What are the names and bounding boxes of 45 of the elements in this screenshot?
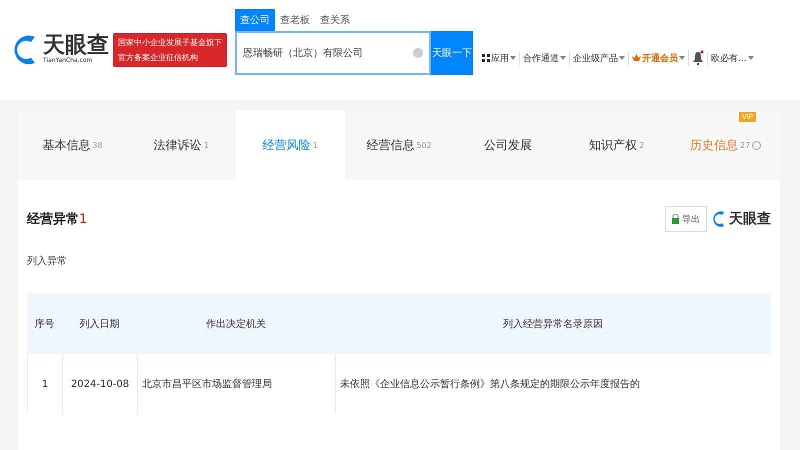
brand-text: 天眼查 (729, 210, 771, 228)
bell-icon (692, 50, 704, 66)
tab[interactable]: 经营风险 1 (236, 110, 345, 180)
caret-icon (510, 56, 516, 60)
column-header: 作出决定机关 (137, 293, 335, 354)
search-field[interactable]: 恩瑞畅研（北京）有限公司 (235, 31, 431, 75)
tab[interactable]: 基本信息 38 (18, 110, 127, 180)
nav-menu[interactable]: 欧必有... (707, 52, 757, 64)
table-cell: 北京市昌平区市场监督管理局 (137, 354, 335, 414)
apps-menu[interactable]: 应用 (479, 52, 519, 64)
tab[interactable]: 经营信息 502 (344, 110, 454, 180)
tab[interactable]: 法律诉讼 1 (126, 110, 236, 180)
nav-menu[interactable]: 合作通道 (519, 52, 569, 64)
logo-icon (713, 210, 727, 228)
column-header: 列入经营异常名录原因 (335, 293, 771, 354)
search-tab[interactable]: 查老板 (275, 9, 315, 31)
tab-count: 1 (204, 140, 209, 150)
lock-icon (672, 214, 679, 224)
search-tab[interactable]: 查公司 (235, 9, 275, 31)
tab[interactable]: 知识产权 2 (562, 110, 672, 180)
section-title: 经营异常 1 (27, 211, 88, 228)
column-header: 序号 (27, 293, 62, 354)
table-cell: 1 (27, 354, 62, 414)
logo-text: 天眼查 (43, 35, 109, 58)
subsection-title: 列入异常 (27, 254, 68, 268)
tab-count: 502 (416, 140, 432, 150)
promo-banner: 国家中小企业发展子基金旗下 官方备案企业征信机构 (113, 33, 227, 67)
grid-icon (482, 54, 490, 62)
table-cell: 未依照《企业信息公示暂行条例》第八条规定的期限公示年度报告的 (335, 354, 771, 414)
column-header: 列入日期 (62, 293, 137, 354)
tab-count: 27 (740, 140, 750, 150)
crown-icon (632, 54, 641, 62)
caret-icon (560, 56, 566, 60)
tab[interactable]: 公司发展 (453, 110, 562, 180)
caret-icon (619, 56, 625, 60)
tab-count: 2 (639, 140, 644, 150)
nav-menu[interactable]: 企业级产品 (569, 52, 628, 64)
search-button[interactable]: 天眼一下 (431, 31, 473, 75)
tab-count: 38 (92, 140, 103, 150)
caret-icon (748, 56, 754, 60)
export-button[interactable]: 导出 (665, 206, 707, 232)
table-cell: 2024-10-08 (62, 354, 137, 414)
tab-count: 1 (312, 140, 318, 150)
search-tab[interactable]: 查关系 (315, 9, 355, 31)
caret-icon (679, 56, 685, 60)
